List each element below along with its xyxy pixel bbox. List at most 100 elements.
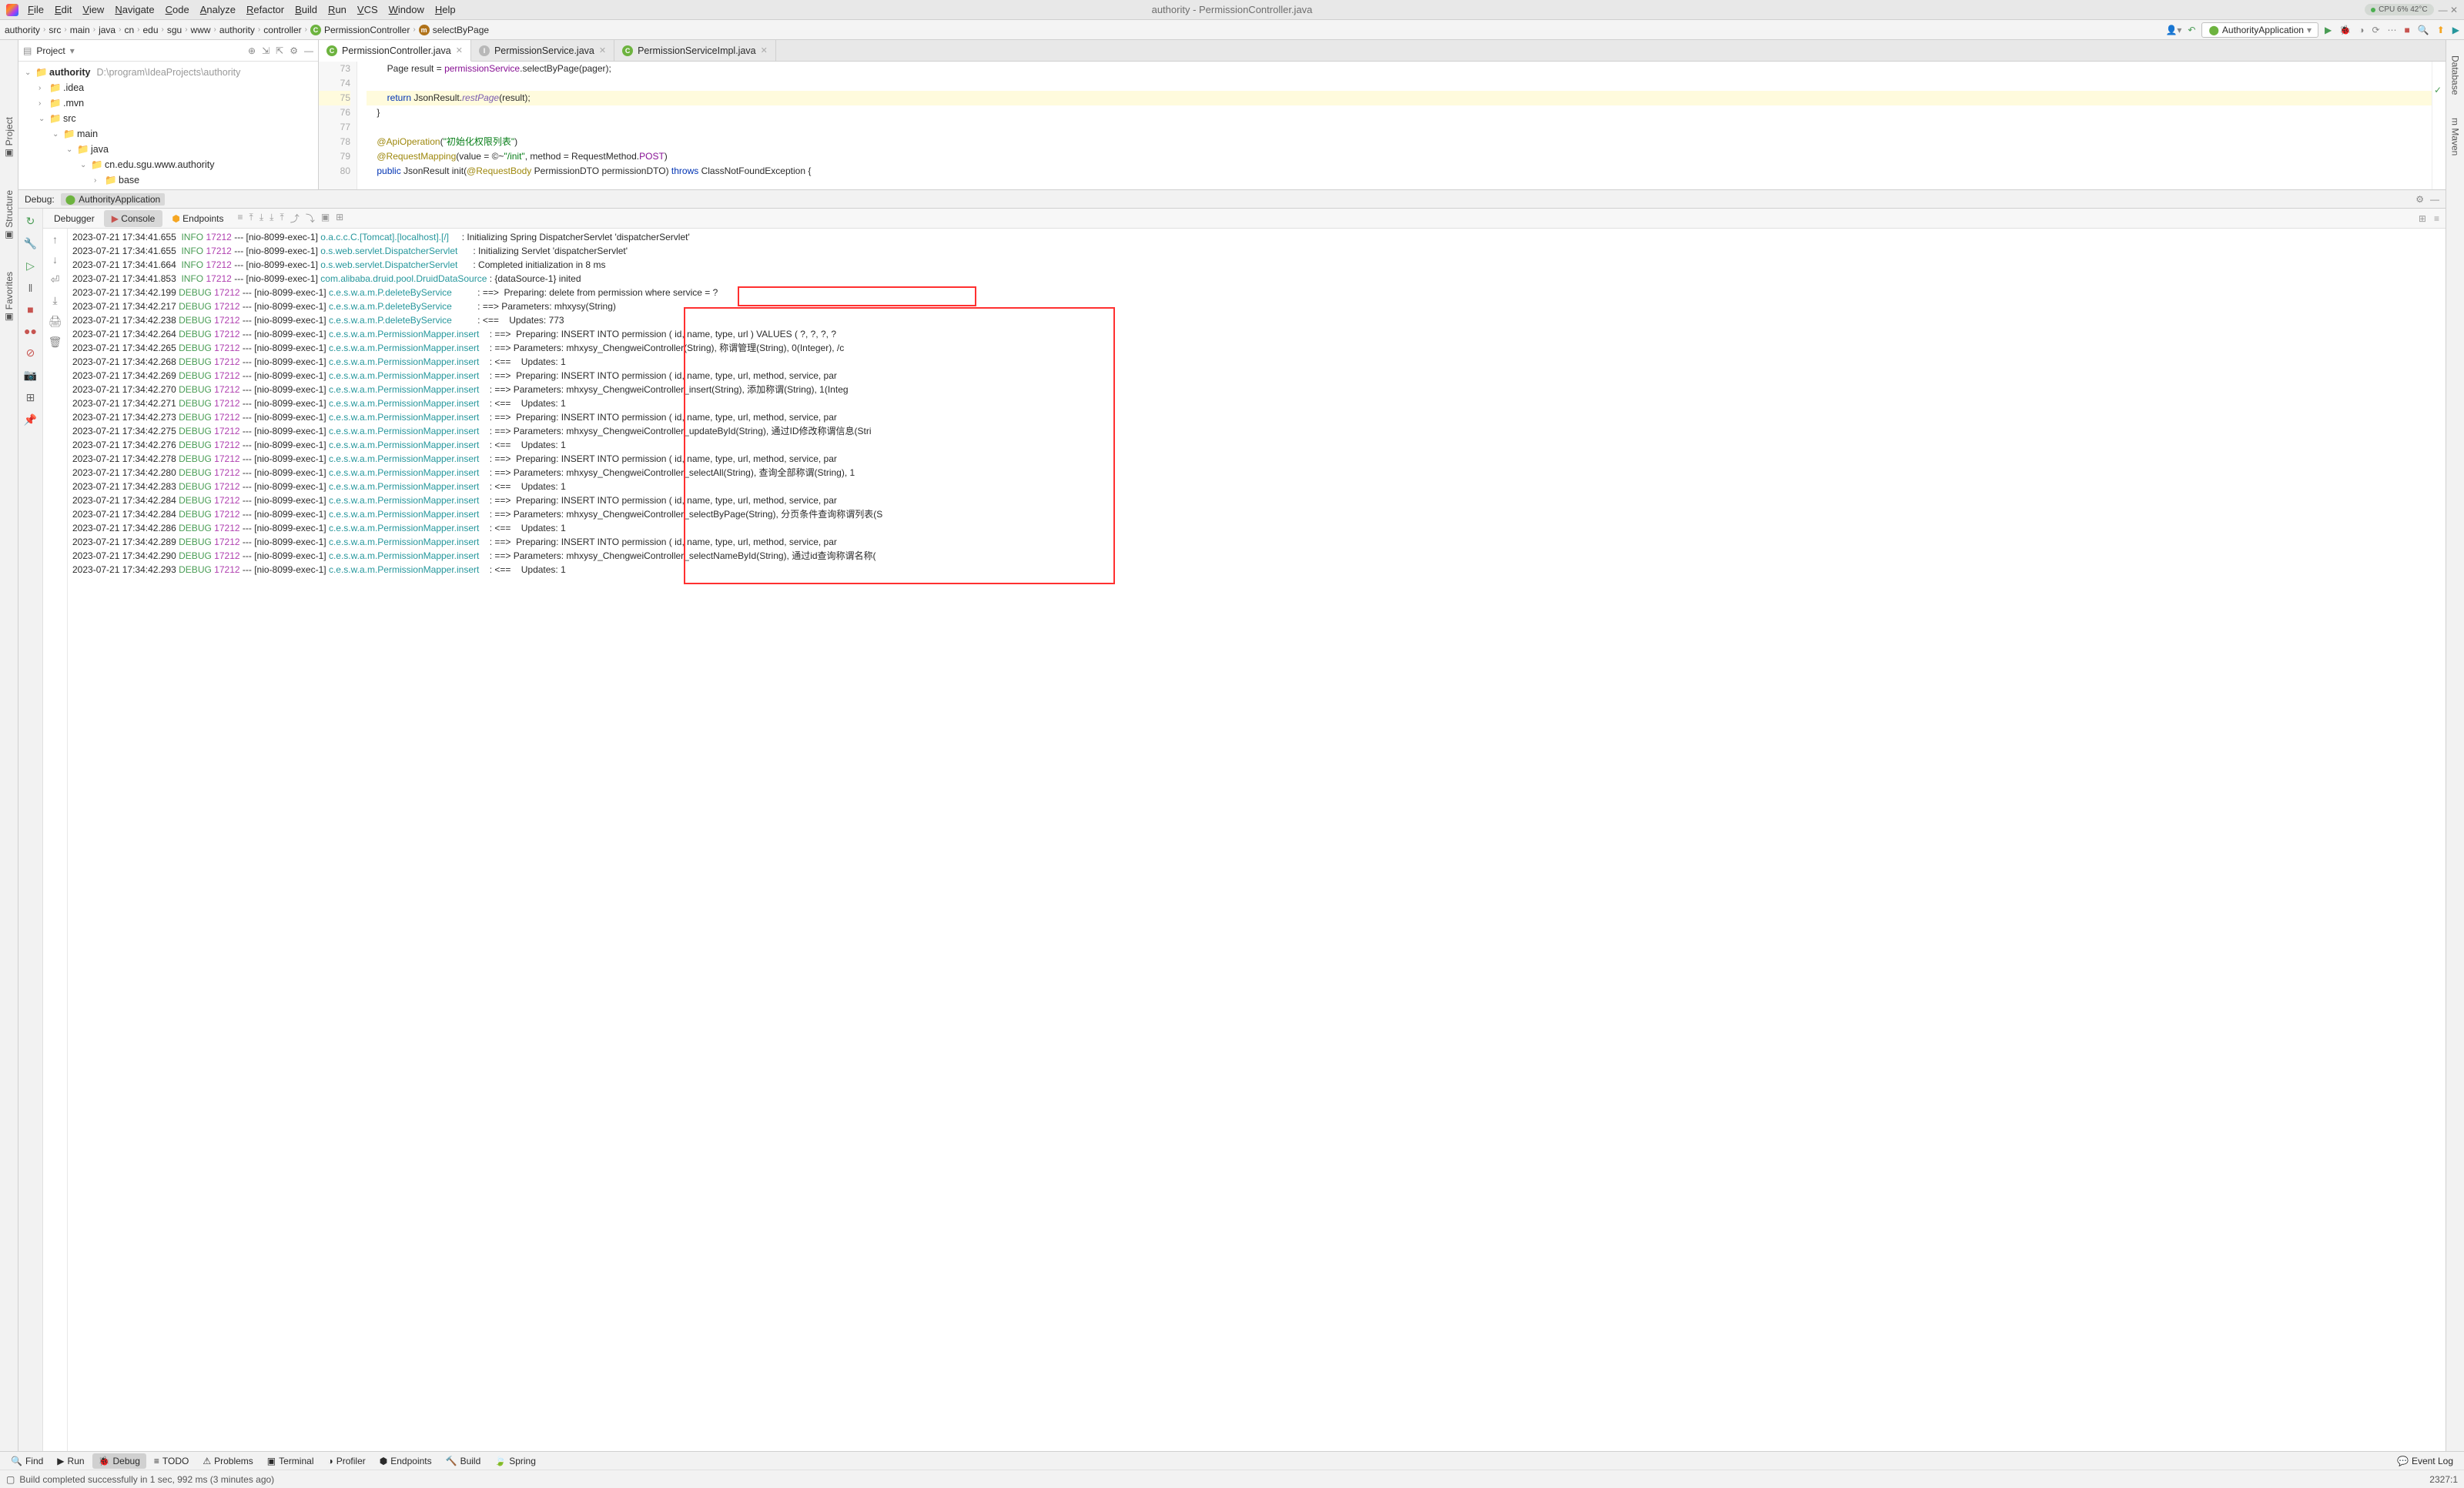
tree-node[interactable]: ›📁base — [18, 172, 318, 188]
minimize-button[interactable]: — — [2439, 5, 2448, 15]
hammer-icon[interactable]: ↶ — [2188, 25, 2195, 35]
debug-toolbar-icon[interactable]: ⊞ — [336, 212, 343, 225]
debug-button[interactable]: 🐞 — [2339, 25, 2351, 35]
debug-target-badge[interactable]: ⬤AuthorityApplication — [61, 193, 166, 206]
user-icon[interactable]: 👤▾ — [2165, 25, 2181, 35]
close-tab-icon[interactable]: ✕ — [456, 45, 463, 55]
debug-toolbar-icon[interactable]: ⤵ — [306, 212, 315, 225]
breadcrumb-item[interactable]: controller — [263, 25, 301, 35]
menu-build[interactable]: Build — [295, 4, 317, 15]
camera-icon[interactable]: 📷 — [24, 369, 37, 382]
breadcrumb-item[interactable]: authority — [5, 25, 40, 35]
tree-root[interactable]: ⌄📁authorityD:\program\IdeaProjects\autho… — [18, 65, 318, 80]
debug-hide-icon[interactable]: — — [2430, 194, 2439, 205]
menu-view[interactable]: View — [82, 4, 104, 15]
rerun-icon[interactable]: ↻ — [26, 215, 35, 228]
tree-node[interactable]: ⌄📁main — [18, 126, 318, 142]
right-tab[interactable]: m Maven — [2450, 118, 2461, 155]
expand-icon[interactable]: ⇲ — [262, 45, 270, 56]
debug-tab-endpoints[interactable]: ⬢ Endpoints — [164, 210, 231, 227]
up-icon[interactable]: ↑ — [52, 233, 58, 246]
breadcrumb-item[interactable]: src — [49, 25, 61, 35]
hide-icon[interactable]: — — [304, 45, 313, 56]
breadcrumb-method[interactable]: m selectByPage — [419, 25, 489, 35]
debug-toolbar-icon[interactable]: ⤒ — [249, 212, 253, 225]
coverage-button[interactable]: ◑ — [2359, 25, 2364, 35]
bottom-tab-endpoints[interactable]: ⬢Endpoints — [373, 1453, 438, 1469]
wrap-icon[interactable]: ⏎ — [51, 273, 60, 286]
debug-toolbar-icon[interactable]: ⤒ — [280, 212, 283, 225]
editor-tab[interactable]: IPermissionService.java✕ — [471, 40, 614, 61]
bottom-tab-build[interactable]: 🔨Build — [440, 1453, 487, 1469]
mute-breakpoints-icon[interactable]: ⊘ — [26, 346, 35, 359]
menu-navigate[interactable]: Navigate — [115, 4, 154, 15]
menu-file[interactable]: File — [28, 4, 44, 15]
bottom-tab-run[interactable]: ▶Run — [51, 1453, 90, 1469]
scroll-icon[interactable]: ⤓ — [52, 294, 57, 307]
bottom-tab-spring[interactable]: 🍃Spring — [488, 1453, 542, 1469]
stop-button[interactable]: ■ — [2405, 25, 2410, 35]
breadcrumb-item[interactable]: cn — [124, 25, 134, 35]
tree-node[interactable]: ›📁.idea — [18, 80, 318, 95]
modify-run-icon[interactable]: 🔧 — [24, 237, 37, 250]
bottom-tab-todo[interactable]: ≡TODO — [148, 1453, 195, 1469]
breadcrumb-item[interactable]: sgu — [167, 25, 182, 35]
resume-icon[interactable]: ▷ — [26, 259, 35, 273]
editor-tab[interactable]: CPermissionServiceImpl.java✕ — [614, 40, 776, 61]
run-button[interactable]: ▶ — [2325, 25, 2332, 35]
sync-icon[interactable]: ⬆ — [2437, 25, 2445, 35]
bottom-tab-terminal[interactable]: ▣Terminal — [261, 1453, 320, 1469]
menu-code[interactable]: Code — [166, 4, 189, 15]
ide-features-icon[interactable]: ▶ — [2452, 25, 2459, 35]
profile-button[interactable]: ⟳ — [2372, 25, 2379, 35]
breadcrumb-item[interactable]: edu — [142, 25, 158, 35]
down-icon[interactable]: ↓ — [52, 253, 58, 266]
menu-run[interactable]: Run — [328, 4, 346, 15]
menu-help[interactable]: Help — [435, 4, 456, 15]
print-icon[interactable]: 🖨 — [49, 315, 62, 328]
settings-icon[interactable]: ⚙ — [290, 45, 298, 56]
tree-node[interactable]: ›📁.mvn — [18, 95, 318, 111]
debug-settings-icon[interactable]: ⚙ — [2415, 194, 2424, 205]
editor-tab[interactable]: CPermissionController.java✕ — [319, 40, 471, 62]
left-tab-structure[interactable]: ▣ Structure — [4, 190, 15, 241]
breadcrumb-item[interactable]: www — [191, 25, 211, 35]
run-configuration-selector[interactable]: ⬤ AuthorityApplication ▾ — [2201, 22, 2318, 38]
menu-edit[interactable]: Edit — [55, 4, 72, 15]
debug-console[interactable]: 2023-07-21 17:34:41.655 INFO 17212 --- [… — [68, 229, 2446, 1451]
collapse-icon[interactable]: ⇱ — [276, 45, 283, 56]
breadcrumb-item[interactable]: java — [99, 25, 116, 35]
debug-tab-console[interactable]: ▶ Console — [104, 210, 163, 227]
debug-tab-debugger[interactable]: Debugger — [46, 210, 102, 227]
locate-icon[interactable]: ⊕ — [248, 45, 256, 56]
search-icon[interactable]: 🔍 — [2418, 25, 2429, 35]
event-log-tab[interactable]: 💬Event Log — [2391, 1453, 2459, 1469]
menu-analyze[interactable]: Analyze — [200, 4, 236, 15]
menu-window[interactable]: Window — [389, 4, 424, 15]
debug-toolbar-icon[interactable]: ⤴ — [290, 212, 300, 225]
grid-icon[interactable]: ⊞ — [2419, 213, 2426, 224]
list-icon[interactable]: ≡ — [2434, 213, 2439, 224]
breadcrumb-item[interactable]: authority — [219, 25, 255, 35]
tree-node[interactable]: ⌄📁cn.edu.sgu.www.authority — [18, 157, 318, 172]
pause-icon[interactable]: ‖ — [28, 282, 33, 294]
bottom-tab-profiler[interactable]: ◑Profiler — [322, 1453, 372, 1469]
bottom-tab-find[interactable]: 🔍Find — [5, 1453, 49, 1469]
menu-refactor[interactable]: Refactor — [246, 4, 284, 15]
left-tab-project[interactable]: ▣ Project — [4, 117, 15, 159]
tree-node[interactable]: ⌄📁src — [18, 111, 318, 126]
bottom-tab-debug[interactable]: 🐞Debug — [92, 1453, 146, 1469]
layout-icon[interactable]: ⊞ — [26, 391, 35, 404]
bottom-tab-problems[interactable]: ⚠Problems — [196, 1453, 259, 1469]
breakpoints-icon[interactable]: ●● — [24, 325, 37, 337]
close-tab-icon[interactable]: ✕ — [599, 45, 606, 55]
breadcrumb-item[interactable]: main — [70, 25, 90, 35]
right-tab[interactable]: Database — [2450, 55, 2461, 95]
breadcrumb-class[interactable]: C PermissionController — [310, 25, 410, 35]
menu-vcs[interactable]: VCS — [357, 4, 378, 15]
code-editor[interactable]: Page result = permissionService.selectBy… — [357, 62, 2432, 189]
close-button[interactable]: ✕ — [2450, 5, 2458, 15]
stop-debug-icon[interactable]: ■ — [27, 303, 33, 316]
left-tab-favorites[interactable]: ▣ Favorites — [4, 272, 15, 323]
debug-toolbar-icon[interactable]: ⤓ — [270, 212, 273, 225]
